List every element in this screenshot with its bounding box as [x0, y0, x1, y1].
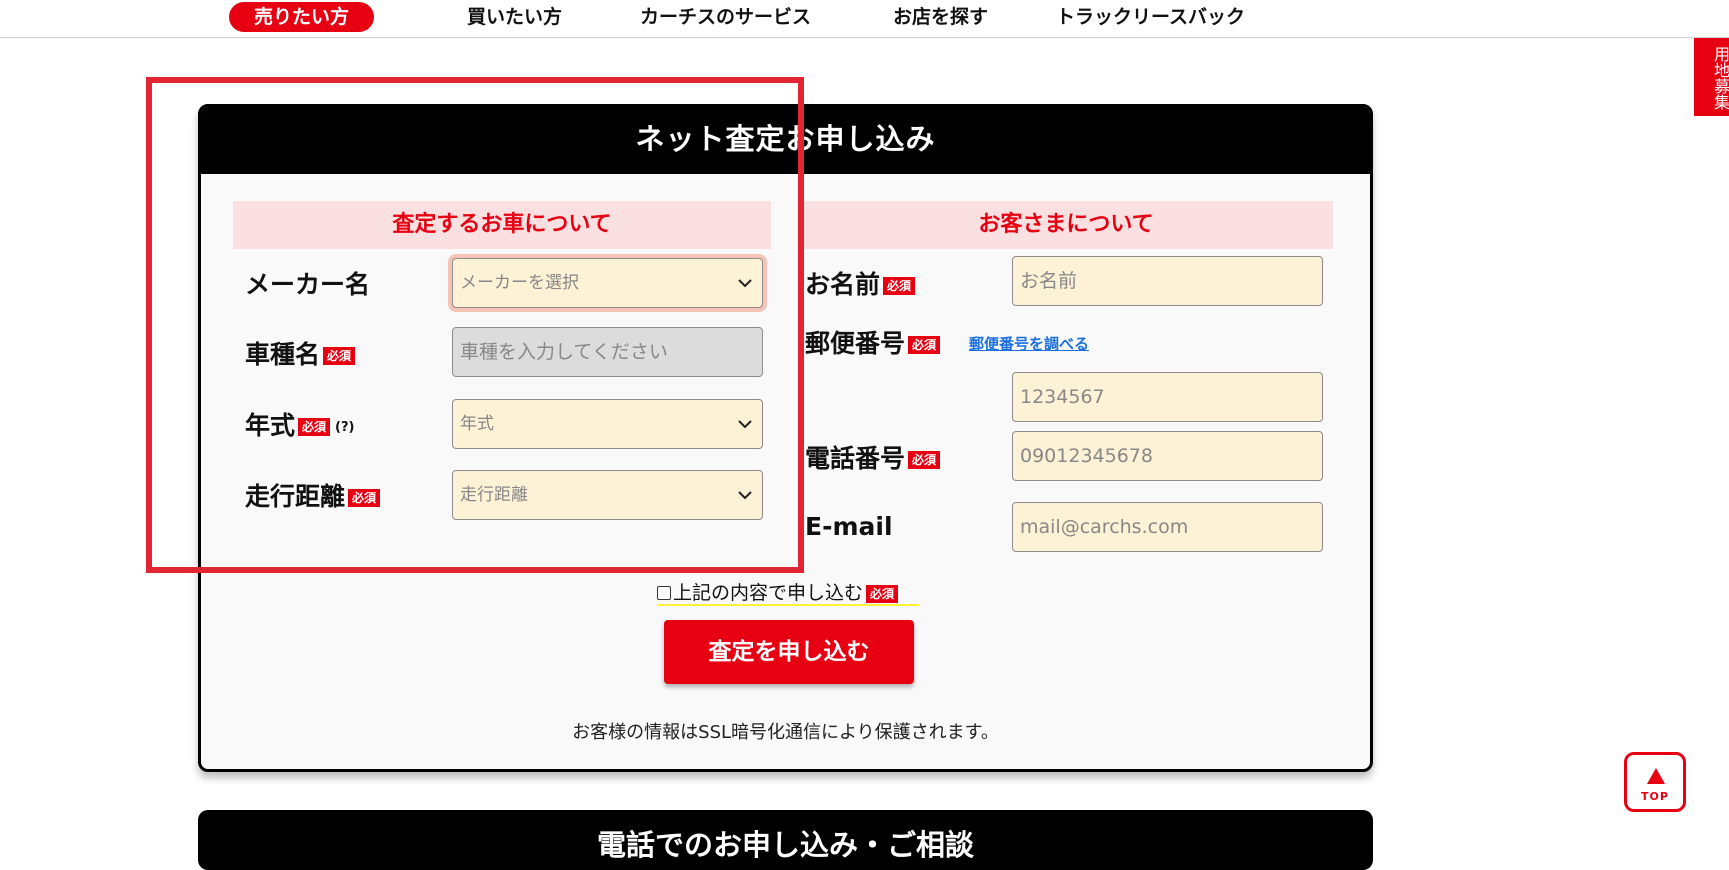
zip-lookup-link[interactable]: 郵便番号を調べる [969, 333, 1089, 354]
name-label-text: お名前 [805, 270, 881, 299]
email-label-text: E-mail [805, 512, 893, 541]
mileage-select[interactable]: 走行距離 [452, 470, 763, 520]
customer-section-heading: お客さまについて [799, 201, 1333, 249]
ssl-note: お客様の情報はSSL暗号化通信により保護されます。 [572, 722, 999, 743]
zip-input[interactable]: 1234567 [1012, 372, 1323, 422]
name-input[interactable]: お名前 [1012, 256, 1323, 306]
land-recruit-tab[interactable]: 用地募集 [1694, 38, 1729, 116]
top-label: TOP [1641, 790, 1669, 803]
required-badge: 必須 [908, 451, 941, 469]
required-badge: 必須 [883, 277, 916, 295]
maker-label-text: メーカー名 [245, 270, 371, 299]
agree-label[interactable]: 上記の内容で申し込む [673, 582, 863, 604]
email-label: E-mail [805, 512, 893, 541]
chevron-down-icon [738, 491, 752, 500]
model-input[interactable]: 車種を入力してください [452, 327, 763, 377]
phone-label-text: 電話番号 [805, 444, 906, 473]
required-badge: 必須 [348, 489, 381, 507]
year-select-value: 年式 [460, 414, 494, 434]
top-nav: 売りたい方 買いたい方 カーチスのサービス お店を探す トラックリースバック [0, 0, 1729, 38]
year-label-text: 年式 [245, 411, 296, 440]
maker-select[interactable]: メーカーを選択 [452, 258, 763, 308]
required-badge: 必須 [323, 347, 356, 365]
phone-consult-card: 電話でのお申し込み・ご相談 [198, 810, 1373, 870]
mileage-select-value: 走行距離 [460, 485, 528, 505]
agree-checkbox[interactable] [657, 586, 671, 600]
name-label: お名前 必須 [805, 265, 916, 301]
maker-select-value: メーカーを選択 [460, 273, 579, 293]
agree-row: 上記の内容で申し込む 必須 [657, 578, 919, 606]
phone-label: 電話番号 必須 [805, 439, 941, 475]
back-to-top-button[interactable]: TOP [1624, 752, 1686, 812]
car-section-heading: 査定するお車について [233, 201, 771, 249]
required-badge: 必須 [866, 584, 899, 603]
email-input[interactable]: mail@carchs.com [1012, 502, 1323, 552]
mileage-label-text: 走行距離 [245, 482, 346, 511]
model-input-placeholder: 車種を入力してください [460, 341, 668, 363]
name-input-placeholder: お名前 [1020, 270, 1078, 292]
year-select[interactable]: 年式 [452, 399, 763, 449]
nav-services[interactable]: カーチスのサービス [640, 2, 811, 32]
nav-sell[interactable]: 売りたい方 [229, 2, 375, 32]
zip-label: 郵便番号 必須 [805, 324, 941, 360]
year-help-link[interactable]: (?) [335, 420, 354, 435]
submit-button[interactable]: 査定を申し込む [664, 620, 914, 684]
model-label-text: 車種名 [245, 340, 321, 369]
chevron-down-icon [738, 420, 752, 429]
year-label: 年式 必須 (?) [245, 406, 354, 442]
required-badge: 必須 [298, 418, 331, 436]
nav-truck-leaseback[interactable]: トラックリースバック [1056, 2, 1245, 32]
arrow-up-icon [1647, 768, 1665, 784]
nav-find-store[interactable]: お店を探す [893, 2, 988, 32]
model-label: 車種名 必須 [245, 335, 356, 371]
chevron-down-icon [738, 279, 752, 288]
maker-label: メーカー名 [245, 265, 370, 301]
zip-label-text: 郵便番号 [805, 329, 906, 358]
form-title: ネット査定お申し込み [201, 107, 1370, 174]
mileage-label: 走行距離 必須 [245, 477, 381, 513]
required-badge: 必須 [908, 336, 941, 354]
email-input-placeholder: mail@carchs.com [1020, 516, 1189, 538]
net-appraisal-form: ネット査定お申し込み 査定するお車について メーカー名 メーカーを選択 車種名必… [198, 104, 1373, 772]
phone-input-placeholder: 09012345678 [1020, 445, 1153, 467]
zip-input-placeholder: 1234567 [1020, 386, 1105, 408]
phone-input[interactable]: 09012345678 [1012, 431, 1323, 481]
nav-buy[interactable]: 買いたい方 [467, 2, 562, 32]
